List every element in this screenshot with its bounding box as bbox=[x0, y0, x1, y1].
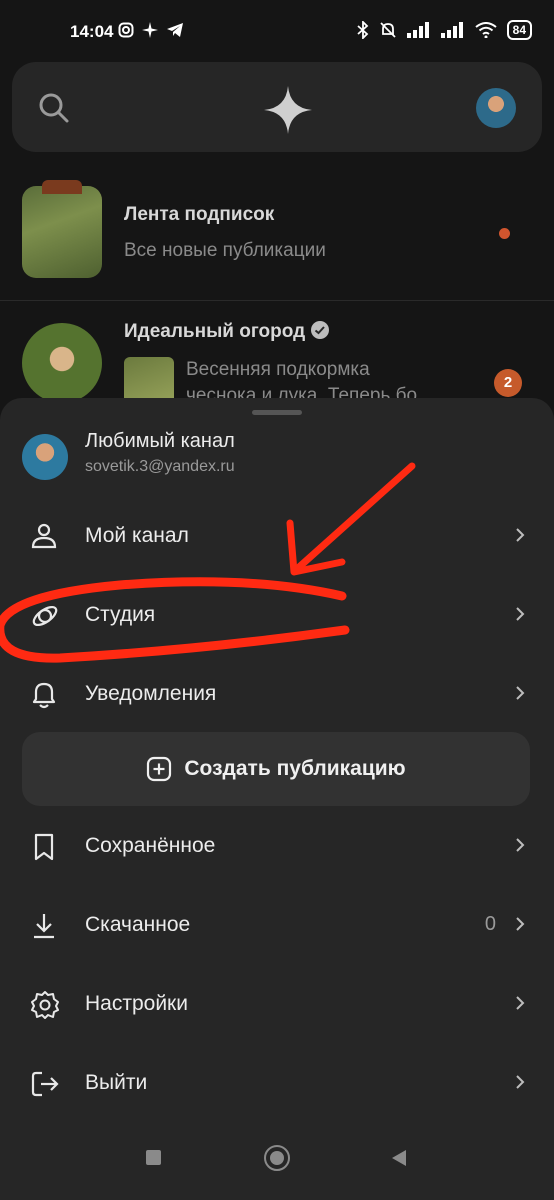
feed-channel-row[interactable]: Идеальный огород Весенняя подкормка чесн… bbox=[0, 305, 554, 406]
back-icon[interactable] bbox=[390, 1148, 408, 1168]
profile-menu-sheet: Любимый канал sovetik.3@yandex.ru Мой ка… bbox=[0, 398, 554, 1200]
menu-label: Мой канал bbox=[85, 524, 189, 547]
telegram-icon bbox=[167, 23, 183, 37]
instagram-icon bbox=[118, 22, 134, 38]
signal-icon bbox=[406, 22, 429, 38]
profile-avatar bbox=[22, 434, 68, 480]
system-nav-bar bbox=[0, 1130, 554, 1200]
create-post-content: Создать публикацию bbox=[22, 732, 530, 806]
gear-icon bbox=[31, 991, 59, 1019]
user-avatar[interactable] bbox=[476, 88, 516, 128]
chevron-right-icon bbox=[516, 1075, 525, 1089]
orbit-icon bbox=[32, 605, 58, 627]
chevron-right-icon bbox=[516, 607, 525, 621]
wifi-icon bbox=[475, 22, 497, 38]
unread-dot bbox=[499, 228, 510, 239]
top-search-bar bbox=[12, 62, 542, 152]
recent-apps-button[interactable] bbox=[146, 1150, 161, 1165]
sheet-drag-handle[interactable] bbox=[252, 410, 302, 415]
bluetooth-icon bbox=[357, 21, 368, 39]
menu-item-notifications[interactable]: Уведомления bbox=[0, 662, 554, 724]
menu-label: Выйти bbox=[85, 1071, 148, 1094]
battery-indicator: 84 bbox=[506, 20, 532, 40]
menu-label: Уведомления bbox=[85, 682, 217, 705]
status-notification-icons bbox=[118, 22, 184, 38]
search-icon[interactable] bbox=[38, 92, 70, 124]
menu-label: Скачанное bbox=[85, 913, 191, 936]
chevron-right-icon bbox=[516, 838, 525, 852]
chevron-right-icon bbox=[516, 917, 525, 931]
status-time: 14:04 bbox=[70, 22, 114, 41]
feed-subscriptions-row[interactable]: Лента подписок Все новые публикации bbox=[0, 172, 554, 301]
create-post-label: Создать публикацию bbox=[184, 757, 406, 780]
menu-item-logout[interactable]: Выйти bbox=[0, 1051, 554, 1113]
plus-square-icon bbox=[147, 756, 172, 782]
menu-item-downloaded[interactable]: Скачанное 0 bbox=[0, 893, 554, 955]
logout-icon bbox=[31, 1071, 59, 1097]
feed-title: Лента подписок bbox=[124, 204, 275, 225]
verified-icon bbox=[311, 321, 330, 339]
unread-count-badge: 2 bbox=[494, 369, 522, 397]
status-system-icons: 84 bbox=[357, 20, 532, 40]
chevron-right-icon bbox=[516, 686, 525, 700]
home-button[interactable] bbox=[264, 1145, 290, 1171]
downloaded-count: 0 bbox=[484, 913, 496, 935]
bookmark-icon bbox=[34, 833, 54, 861]
menu-item-studio[interactable]: Студия bbox=[0, 583, 554, 645]
chevron-right-icon bbox=[516, 528, 525, 542]
sparkle-logo-icon[interactable] bbox=[264, 86, 312, 134]
person-icon bbox=[31, 523, 57, 549]
subscriptions-thumbnail bbox=[22, 180, 102, 278]
download-icon bbox=[34, 914, 54, 939]
signal-icon-2 bbox=[440, 22, 463, 38]
channel-title-wrap: Идеальный огород bbox=[124, 321, 330, 343]
menu-label: Сохранённое bbox=[85, 834, 216, 857]
menu-label: Настройки bbox=[85, 992, 188, 1015]
bell-icon bbox=[32, 682, 56, 709]
create-post-button[interactable]: Создать публикацию bbox=[22, 732, 530, 806]
sparkle-icon bbox=[142, 22, 158, 38]
menu-item-saved[interactable]: Сохранённое bbox=[0, 814, 554, 876]
profile-email: sovetik.3@yandex.ru bbox=[85, 458, 235, 475]
post-preview-line1: Весенняя подкормка bbox=[186, 359, 370, 380]
channel-title: Идеальный огород bbox=[124, 321, 306, 342]
feed-subtitle: Все новые публикации bbox=[124, 240, 326, 261]
mute-icon bbox=[380, 22, 396, 38]
channel-avatar bbox=[22, 323, 102, 403]
status-bar: 14:04 84 bbox=[0, 0, 554, 62]
menu-item-my-channel[interactable]: Мой канал bbox=[0, 504, 554, 566]
profile-name: Любимый канал bbox=[85, 430, 235, 452]
menu-label: Студия bbox=[85, 603, 156, 626]
chevron-right-icon bbox=[516, 996, 525, 1010]
menu-item-settings[interactable]: Настройки bbox=[0, 972, 554, 1034]
